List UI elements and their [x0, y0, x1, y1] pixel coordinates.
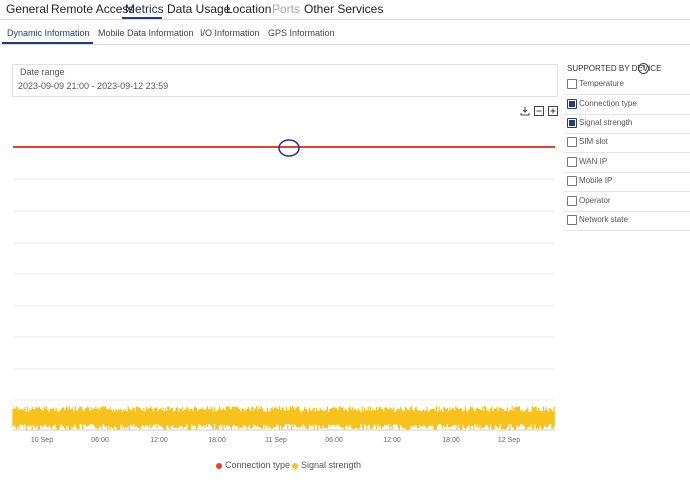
option-label: SIM slot	[579, 137, 608, 146]
option-temperature[interactable]: Temperature	[564, 75, 690, 95]
checkbox-network-state[interactable]	[567, 215, 577, 225]
x-tick-label: 11 Sep	[265, 437, 287, 444]
option-connection-type[interactable]: Connection type	[564, 95, 690, 115]
checkbox-operator[interactable]	[567, 196, 577, 206]
option-operator[interactable]: Operator	[564, 192, 690, 212]
x-tick-label: 18:00	[208, 437, 226, 444]
x-tick-label: 18:00	[442, 437, 460, 444]
legend-dot-connection-type	[216, 462, 222, 469]
legend-label-signal-strength: Signal strength	[301, 460, 362, 470]
option-label: Network state	[579, 215, 628, 224]
option-sim-slot[interactable]: SIM slot	[564, 133, 690, 153]
legend-connection-type[interactable]: Connection type	[216, 460, 290, 470]
legend-signal-strength[interactable]: Signal strength	[292, 460, 361, 470]
option-label: WAN IP	[579, 157, 608, 166]
metrics-chart[interactable]: 10 Sep 06:00 12:00 18:00 11 Sep 06:00 12:00 18:…	[0, 0, 560, 452]
legend-label-connection-type: Connection type	[225, 460, 291, 470]
option-wan-ip[interactable]: WAN IP	[564, 153, 690, 173]
checkbox-signal-strength[interactable]	[567, 118, 577, 128]
x-tick-label: 06:00	[91, 437, 109, 444]
checkbox-mobile-ip[interactable]	[567, 176, 577, 186]
checkbox-sim-slot[interactable]	[567, 137, 577, 147]
option-network-state[interactable]: Network state	[564, 211, 690, 231]
option-mobile-ip[interactable]: Mobile IP	[564, 172, 690, 192]
checkbox-wan-ip[interactable]	[567, 157, 577, 167]
x-tick-label: 06:00	[325, 437, 343, 444]
series-signal-strength	[12, 406, 555, 430]
help-icon[interactable]: ?	[638, 63, 649, 74]
legend-dot-signal-strength	[292, 462, 298, 469]
option-label: Operator	[579, 196, 611, 205]
x-tick-label: 12:00	[150, 437, 168, 444]
x-tick-label: 10 Sep	[31, 437, 53, 444]
option-label: Signal strength	[579, 118, 633, 127]
option-signal-strength[interactable]: Signal strength	[564, 114, 690, 134]
x-tick-label: 12 Sep	[498, 437, 520, 444]
x-tick-label: 12:00	[383, 437, 401, 444]
option-label: Mobile IP	[579, 176, 613, 185]
option-label: Connection type	[579, 99, 637, 108]
checkbox-temperature[interactable]	[567, 79, 577, 89]
checkbox-connection-type[interactable]	[567, 99, 577, 109]
option-label: Temperature	[579, 79, 624, 88]
